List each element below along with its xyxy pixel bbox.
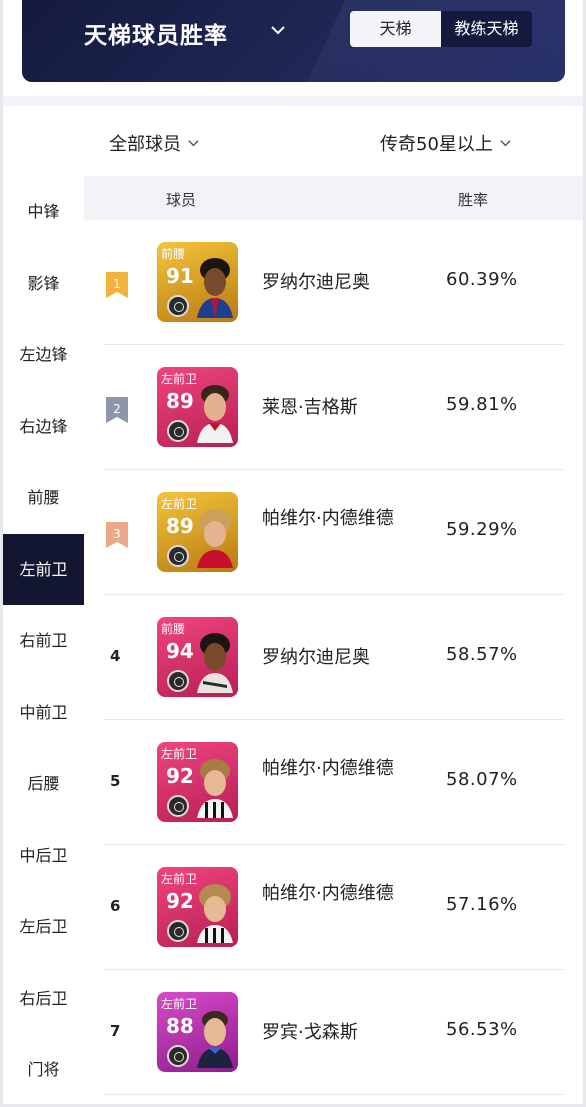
rank-number: 2: [113, 402, 121, 416]
sidebar-item-ss[interactable]: 影锋: [3, 248, 84, 320]
position-sidebar: 中锋 影锋 左边锋 右边锋 前腰 左前卫 右前卫 中前卫 后腰 中后卫 左后卫 …: [3, 176, 84, 1106]
sidebar-item-cmf[interactable]: 中前卫: [3, 677, 84, 749]
win-rate: 58.07%: [446, 769, 518, 790]
player-portrait-icon: [197, 884, 233, 943]
card-rating: 92: [166, 889, 194, 913]
card-rating: 89: [166, 389, 194, 413]
card-position: 左前卫: [161, 997, 198, 1011]
win-rate: 58.57%: [446, 644, 518, 665]
player-portrait-icon: [197, 385, 233, 443]
chevron-down-icon: [188, 139, 199, 146]
tab-ladder[interactable]: 天梯: [350, 11, 441, 47]
player-card[interactable]: 前腰 91: [157, 242, 238, 322]
sidebar-item-gk[interactable]: 门将: [3, 1034, 84, 1106]
player-card[interactable]: 前腰 94: [157, 617, 238, 697]
win-rate: 59.29%: [446, 519, 518, 540]
player-filter-dropdown[interactable]: 全部球员: [109, 130, 200, 156]
rank-number: 5: [110, 772, 121, 790]
club-crest-icon: [167, 545, 189, 567]
tier-filter-dropdown[interactable]: 传奇50星以上: [380, 130, 512, 156]
player-portrait-icon: [197, 633, 233, 693]
table-header: 球员 胜率: [84, 176, 583, 220]
rank-number: 4: [110, 647, 121, 665]
win-rate: 60.39%: [446, 269, 518, 290]
player-name: 帕维尔·内德维德: [262, 508, 394, 529]
player-card[interactable]: 左前卫 88: [157, 992, 238, 1072]
page-title[interactable]: 天梯球员胜率: [84, 16, 228, 50]
player-name: 帕维尔·内德维德: [262, 758, 394, 779]
table-row[interactable]: 2 左前卫 89 莱恩·吉格斯 59.81%: [84, 345, 583, 470]
player-portrait-icon: [197, 509, 233, 568]
table-row[interactable]: 1 前腰 91 罗纳尔迪尼奥 60.39%: [84, 220, 583, 345]
card-position: 前腰: [161, 247, 186, 261]
header-banner: 天梯球员胜率 天梯 教练天梯: [22, 0, 565, 82]
card-rating: 88: [166, 1014, 194, 1038]
player-name: 帕维尔·内德维德: [262, 883, 394, 904]
win-rate: 59.81%: [446, 394, 518, 415]
card-position: 左前卫: [161, 497, 198, 511]
sidebar-item-cb[interactable]: 中后卫: [3, 820, 84, 892]
sidebar-item-amf[interactable]: 前腰: [3, 462, 84, 534]
tab-coach-ladder[interactable]: 教练天梯: [441, 11, 532, 47]
table-row[interactable]: 5 左前卫 92 帕维尔·内德维德 58.07%: [84, 720, 583, 845]
rank-ribbon-bronze-icon: 3: [106, 522, 128, 548]
sidebar-item-cf[interactable]: 中锋: [3, 176, 84, 248]
rank-number: 7: [110, 1022, 121, 1040]
section-divider: [3, 96, 583, 106]
player-portrait-icon: [197, 759, 233, 818]
win-rate: 56.53%: [446, 1019, 518, 1040]
rank-number: 3: [113, 527, 121, 541]
player-card[interactable]: 左前卫 89: [157, 492, 238, 572]
club-crest-icon: [167, 295, 189, 317]
player-card[interactable]: 左前卫 89: [157, 367, 238, 447]
club-crest-icon: [167, 795, 189, 817]
player-portrait-icon: [197, 1011, 233, 1068]
club-crest-icon: [167, 420, 189, 442]
club-crest-icon: [167, 920, 189, 942]
chevron-down-icon[interactable]: [270, 22, 286, 38]
card-rating: 91: [166, 264, 194, 288]
player-portrait-icon: [197, 258, 233, 318]
player-name: 莱恩·吉格斯: [262, 397, 358, 418]
sidebar-item-rmf[interactable]: 右前卫: [3, 605, 84, 677]
sidebar-item-dmf[interactable]: 后腰: [3, 748, 84, 820]
rank-ribbon-silver-icon: 2: [106, 397, 128, 423]
rank-ribbon-gold-icon: 1: [106, 272, 128, 298]
sidebar-item-lb[interactable]: 左后卫: [3, 891, 84, 963]
player-card[interactable]: 左前卫 92: [157, 867, 238, 947]
card-position: 左前卫: [161, 747, 198, 761]
table-row[interactable]: 7 左前卫 88 罗宾·戈森斯 56.53%: [84, 970, 583, 1095]
player-ranking-list: 1 前腰 91 罗纳尔迪尼奥 60.39% 2 左前卫 89 莱恩·吉格斯 59…: [84, 220, 583, 1095]
sidebar-item-lwf[interactable]: 左边锋: [3, 319, 84, 391]
ladder-tab-switch: 天梯 教练天梯: [350, 11, 532, 47]
card-rating: 92: [166, 764, 194, 788]
club-crest-icon: [167, 1045, 189, 1067]
table-row[interactable]: 4 前腰 94 罗纳尔迪尼奥 58.57%: [84, 595, 583, 720]
table-row[interactable]: 3 左前卫 89 帕维尔·内德维德 59.29%: [84, 470, 583, 595]
card-position: 左前卫: [161, 872, 198, 886]
win-rate: 57.16%: [446, 894, 518, 915]
player-name: 罗纳尔迪尼奥: [262, 647, 370, 668]
rank-number: 1: [113, 277, 121, 291]
table-row[interactable]: 6 左前卫 92 帕维尔·内德维德 57.16%: [84, 845, 583, 970]
player-card[interactable]: 左前卫 92: [157, 742, 238, 822]
rank-number: 6: [110, 897, 121, 915]
player-filter-label: 全部球员: [109, 134, 181, 155]
card-rating: 89: [166, 514, 194, 538]
player-name: 罗宾·戈森斯: [262, 1022, 358, 1043]
club-crest-icon: [167, 670, 189, 692]
tier-filter-label: 传奇50星以上: [380, 134, 493, 155]
card-position: 左前卫: [161, 372, 198, 386]
card-position: 前腰: [161, 622, 186, 636]
column-header-player: 球员: [166, 191, 197, 209]
player-name: 罗纳尔迪尼奥: [262, 272, 370, 293]
sidebar-item-rwf[interactable]: 右边锋: [3, 391, 84, 463]
chevron-down-icon: [500, 139, 511, 146]
sidebar-item-rb[interactable]: 右后卫: [3, 963, 84, 1035]
column-header-win-rate[interactable]: 胜率: [458, 189, 488, 210]
sidebar-item-lmf[interactable]: 左前卫: [3, 533, 84, 605]
card-rating: 94: [166, 639, 194, 663]
